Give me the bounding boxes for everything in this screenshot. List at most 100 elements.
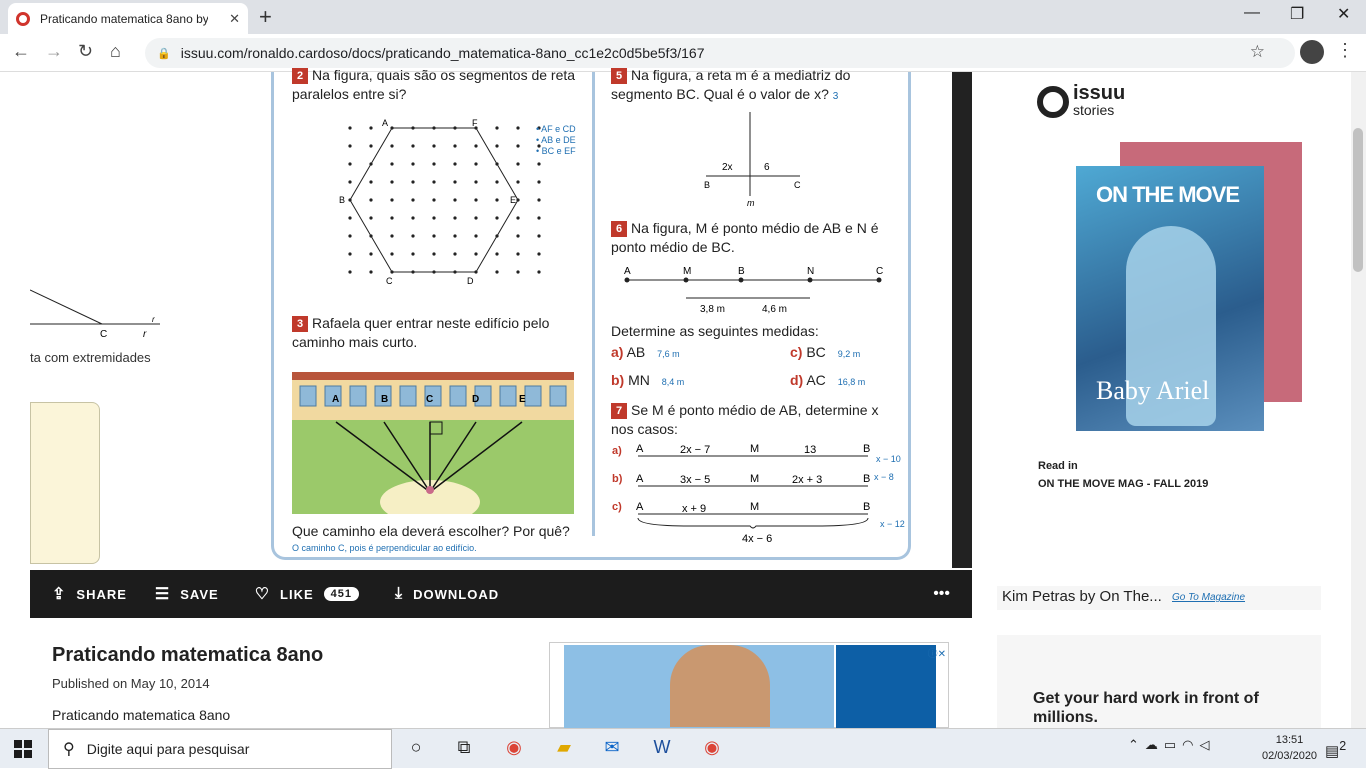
point-c: C: [794, 180, 801, 190]
clock[interactable]: 13:51 02/03/2020: [1262, 732, 1317, 764]
grid-dot: [495, 252, 499, 256]
save-list-icon: ☰: [154, 586, 171, 603]
home-icon[interactable]: ⌂: [110, 41, 121, 62]
grid-dot: [432, 234, 436, 238]
q6-item-letter: a): [611, 344, 624, 360]
grid-dot: [495, 216, 499, 220]
more-options-icon[interactable]: •••: [933, 585, 950, 603]
mail-icon[interactable]: ✉: [600, 737, 624, 761]
label-r-rotated: r: [152, 315, 155, 324]
q2-answer-2: AB e DE: [541, 135, 576, 145]
grid-dot: [516, 216, 520, 220]
profile-avatar[interactable]: [1300, 40, 1324, 64]
q7-b-answer: x − 8: [874, 472, 894, 482]
magazine-cover-name: Baby Ariel: [1096, 376, 1210, 405]
q7-b-a: A: [636, 473, 644, 485]
seg-2x: 2x: [722, 162, 733, 173]
grid-dot: [390, 180, 394, 184]
reload-icon[interactable]: ↻: [78, 41, 93, 62]
q7-number: 7: [611, 403, 627, 420]
q2-answers: • AF e CD • AB e DE • BC e EF: [536, 124, 576, 156]
task-view-icon[interactable]: ⧉: [452, 737, 476, 761]
viewer-dark-edge: [952, 72, 972, 568]
tab-close-icon[interactable]: ✕: [229, 11, 240, 27]
url-field[interactable]: 🔒 issuu.com/ronaldo.cardoso/docs/pratica…: [145, 38, 1295, 68]
back-icon[interactable]: ←: [12, 41, 30, 62]
grid-dot: [516, 144, 520, 148]
close-window-icon[interactable]: ✕: [1337, 4, 1350, 24]
scrollbar-thumb[interactable]: [1353, 128, 1363, 272]
windows-start-icon[interactable]: [14, 740, 32, 758]
door-label-a: A: [332, 394, 339, 405]
q6-item-letter: c): [790, 344, 803, 360]
q3-text: 3 Rafaela quer entrar neste edifício pelo…: [292, 315, 550, 350]
label-r: r: [143, 329, 147, 340]
chrome-active-icon[interactable]: ◉: [700, 737, 724, 761]
grid-dot: [369, 144, 373, 148]
grid-dot: [369, 198, 373, 202]
building-window: [399, 385, 417, 407]
grid-dot: [369, 126, 373, 130]
grid-dot: [348, 144, 352, 148]
grid-dot: [474, 216, 478, 220]
like-button[interactable]: ♡ LIKE 451: [254, 584, 360, 604]
restore-icon[interactable]: ❐: [1290, 4, 1304, 24]
lock-icon: 🔒: [157, 47, 171, 60]
heart-icon: ♡: [254, 586, 271, 603]
browser-tab[interactable]: Praticando matematica 8ano by r ✕: [8, 3, 248, 34]
grid-dot: [537, 162, 541, 166]
q6-item-term: BC: [806, 344, 826, 360]
new-tab-icon[interactable]: +: [259, 4, 272, 30]
browser-menu-icon[interactable]: ⋮: [1336, 40, 1354, 61]
go-to-magazine-link[interactable]: Go To Magazine: [1172, 592, 1245, 603]
grid-dot: [390, 234, 394, 238]
door-label-b: B: [381, 394, 388, 405]
q7-b-m: M: [750, 473, 759, 485]
q7-c-a: A: [636, 501, 644, 513]
q5-answer: 3: [832, 91, 839, 102]
ad-info-close-icon[interactable]: ⓘ✕: [928, 645, 946, 660]
grid-dot: [516, 180, 520, 184]
grid-dot: [348, 270, 352, 274]
promo-heading: Get your hard work in front of millions.: [1033, 690, 1259, 726]
forward-icon[interactable]: →: [45, 41, 63, 62]
grid-dot: [369, 180, 373, 184]
grid-dot: [537, 270, 541, 274]
windows-taskbar: ⚲ Digite aqui para pesquisar ○ ⧉ ◉ ▰ ✉ W…: [0, 728, 1366, 769]
word-icon[interactable]: W: [650, 737, 674, 761]
notification-icon[interactable]: ▤2: [1325, 739, 1346, 760]
q7-c-label: c): [612, 501, 622, 513]
bookmark-star-icon[interactable]: ☆: [1250, 42, 1265, 62]
segment-point: [738, 277, 744, 283]
taskbar-search[interactable]: ⚲ Digite aqui para pesquisar: [48, 729, 392, 769]
magazine-title: ON THE MOVE: [1096, 182, 1240, 207]
system-tray-icons[interactable]: ⌃☁▭◠◁: [1128, 737, 1216, 753]
segment-point: [683, 277, 689, 283]
cortana-icon[interactable]: ○: [404, 737, 428, 761]
q6-item: c) BC 9,2 m: [790, 343, 860, 362]
grid-dot: [411, 162, 415, 166]
magazine-cover[interactable]: ON THE MOVE Baby Ariel: [1076, 166, 1264, 431]
read-in-label: Read in: [1038, 460, 1078, 472]
grid-dot: [453, 252, 457, 256]
advertisement[interactable]: ⓘ✕: [549, 642, 949, 729]
q7-b-right: 2x + 3: [792, 474, 822, 486]
story-title[interactable]: Kim Petras by On The...: [1002, 588, 1162, 605]
door-label-c: C: [426, 394, 433, 405]
share-button[interactable]: ⇪ SHARE: [52, 584, 127, 604]
grid-dot: [411, 252, 415, 256]
grid-dot: [348, 126, 352, 130]
hex-label-e: E: [510, 195, 516, 205]
file-explorer-icon[interactable]: ▰: [552, 737, 576, 761]
q6-number: 6: [611, 221, 627, 238]
q7-c-b: B: [863, 501, 870, 513]
download-button[interactable]: ⤓ DOWNLOAD: [395, 585, 499, 603]
minimize-icon[interactable]: —: [1244, 4, 1260, 22]
chrome-icon[interactable]: ◉: [502, 737, 526, 761]
magazine-issue[interactable]: ON THE MOVE MAG - FALL 2019: [1038, 478, 1208, 490]
grid-dot: [390, 216, 394, 220]
save-button[interactable]: ☰ SAVE: [155, 584, 219, 604]
grid-dot: [474, 234, 478, 238]
mediatrix-figure: 2x 6 B C m: [704, 112, 801, 208]
grid-dot: [474, 162, 478, 166]
